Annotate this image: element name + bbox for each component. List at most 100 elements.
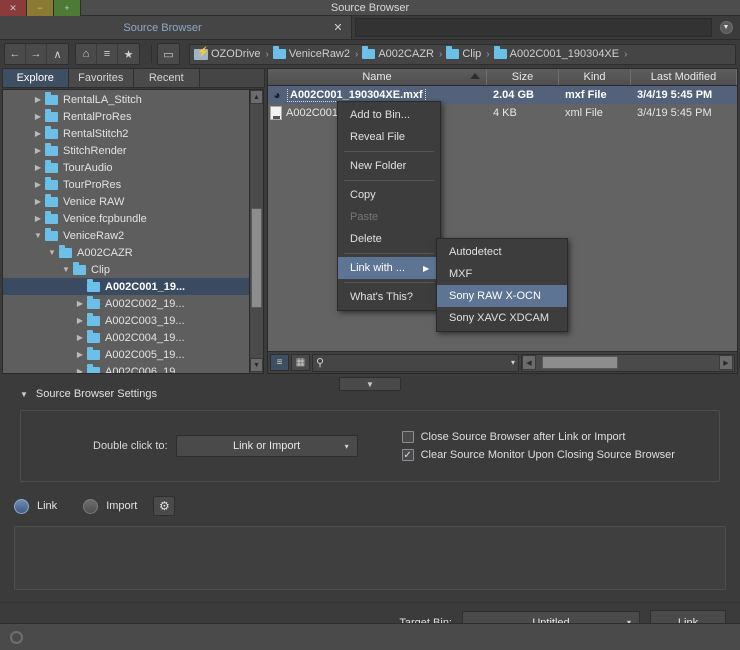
tree-item[interactable]: ▶ A002C003_19...: [3, 312, 249, 329]
breadcrumb-item-drive[interactable]: OZODrive ›: [194, 47, 271, 60]
radio-import[interactable]: [83, 498, 99, 514]
tree-item[interactable]: ▼ VeniceRaw2: [3, 227, 249, 244]
tree-item[interactable]: ▶ Venice.fcpbundle: [3, 210, 249, 227]
triangle-right-icon[interactable]: ▶: [31, 197, 45, 206]
triangle-down-icon[interactable]: ▼: [31, 231, 45, 240]
tree-item[interactable]: ▶ A002C002_19...: [3, 295, 249, 312]
radio-link[interactable]: [14, 498, 29, 514]
triangle-right-icon[interactable]: ▶: [31, 95, 45, 104]
double-click-label: Double click to:: [93, 440, 168, 452]
tree-item[interactable]: ▼ Clip: [3, 261, 249, 278]
tree-item[interactable]: ▶ RentalLA_Stitch: [3, 91, 249, 108]
triangle-right-icon[interactable]: ▶: [31, 129, 45, 138]
tab-recent[interactable]: Recent: [133, 68, 200, 88]
context-menu[interactable]: Add to Bin... Reveal File New Folder Copy Pa…: [337, 101, 441, 311]
tree-view-icon[interactable]: ≡: [97, 44, 118, 64]
column-header-name[interactable]: Name: [268, 69, 487, 85]
tree-item[interactable]: ▼ A002CAZR: [3, 244, 249, 261]
favorite-star-icon[interactable]: ★: [118, 44, 139, 64]
tree-item[interactable]: ▶ RentalStitch2: [3, 125, 249, 142]
scroll-down-icon[interactable]: ▼: [250, 358, 263, 372]
tree-item[interactable]: ▶ RentalProRes: [3, 108, 249, 125]
tree-item[interactable]: ▶ A002C004_19...: [3, 329, 249, 346]
menu-item[interactable]: Add to Bin...: [338, 104, 440, 126]
panel-menu-button[interactable]: ▼: [712, 16, 740, 39]
xml-file-icon: [270, 106, 282, 120]
submenu-item[interactable]: Sony XAVC XDCAM: [437, 307, 567, 329]
submenu-item[interactable]: MXF: [437, 263, 567, 285]
tree-item[interactable]: ▶ A002C005_19...: [3, 346, 249, 363]
tab-favorites[interactable]: Favorites: [67, 68, 134, 88]
column-header-kind[interactable]: Kind: [559, 69, 631, 85]
triangle-right-icon[interactable]: ▶: [73, 367, 87, 373]
triangle-down-icon[interactable]: ▼: [59, 265, 73, 274]
link-with-submenu[interactable]: Autodetect MXF Sony RAW X-OCN Sony XAVC XDC…: [436, 238, 568, 332]
checkbox-box[interactable]: [401, 431, 414, 443]
breadcrumb-item-4[interactable]: A002C001_190304XE ›: [493, 46, 630, 60]
file-list-horizontal-scrollbar[interactable]: ◀ ▶: [521, 353, 735, 372]
scroll-up-icon[interactable]: ▲: [250, 90, 263, 104]
tab-source-browser[interactable]: Source Browser ✕: [0, 16, 352, 39]
tree-item-label: TourAudio: [63, 161, 113, 174]
minimize-icon[interactable]: −: [27, 0, 54, 16]
search-input[interactable]: ⚲ ▾: [312, 353, 519, 372]
tree-item[interactable]: ▶ TourProRes: [3, 176, 249, 193]
column-header-size[interactable]: Size: [487, 69, 559, 85]
gear-icon[interactable]: ⚙: [153, 496, 176, 516]
maximize-icon[interactable]: +: [54, 0, 81, 16]
folder-icon: [45, 142, 58, 156]
tree-item[interactable]: A002C001_19...: [3, 278, 249, 295]
scroll-thumb[interactable]: [251, 208, 262, 308]
forward-icon[interactable]: →: [26, 44, 47, 64]
checkbox-close-source-browser[interactable]: Close Source Browser after Link or Impor…: [401, 431, 675, 443]
menu-item[interactable]: Delete: [338, 228, 440, 250]
panel-collapse-handle[interactable]: ▼: [339, 377, 401, 391]
tree-item[interactable]: ▶ Venice RAW: [3, 193, 249, 210]
chevron-down-icon[interactable]: ▾: [511, 358, 515, 367]
media-icon[interactable]: ▭: [158, 44, 179, 64]
tree-item[interactable]: ▶ TourAudio: [3, 159, 249, 176]
breadcrumb[interactable]: OZODrive › VeniceRaw2 › A002CAZR › Clip …: [189, 43, 736, 65]
triangle-right-icon[interactable]: ▶: [31, 214, 45, 223]
up-icon[interactable]: ∧: [47, 44, 68, 64]
column-header-last-modified[interactable]: Last Modified: [631, 69, 737, 85]
back-icon[interactable]: ←: [5, 44, 26, 64]
breadcrumb-item-1[interactable]: VeniceRaw2 ›: [272, 46, 361, 60]
triangle-right-icon[interactable]: ▶: [31, 163, 45, 172]
file-name-cell: ◕ A002C001_190304XE.mxf: [268, 88, 487, 102]
tree-item-label: A002C005_19...: [105, 348, 185, 361]
menu-item[interactable]: Reveal File: [338, 126, 440, 148]
double-click-dropdown[interactable]: Link or Import ▾: [175, 435, 358, 457]
menu-item[interactable]: New Folder: [338, 155, 440, 177]
grid-view-icon[interactable]: ▦: [291, 354, 310, 371]
checkbox-clear-source-monitor[interactable]: ✓ Clear Source Monitor Upon Closing Sour…: [401, 449, 675, 461]
tree-item[interactable]: ▶ StitchRender: [3, 142, 249, 159]
tab-explore[interactable]: Explore: [2, 68, 69, 88]
submenu-item[interactable]: Sony RAW X-OCN: [437, 285, 567, 307]
breadcrumb-item-2[interactable]: A002CAZR ›: [362, 46, 444, 60]
tab-close-icon[interactable]: ✕: [325, 21, 351, 34]
tree-vertical-scrollbar[interactable]: ▲ ▼: [249, 90, 263, 373]
triangle-down-icon[interactable]: ▼: [45, 248, 59, 257]
checkbox-box[interactable]: ✓: [401, 449, 414, 461]
menu-item[interactable]: Copy: [338, 184, 440, 206]
submenu-item[interactable]: Autodetect: [437, 241, 567, 263]
triangle-right-icon[interactable]: ▶: [73, 299, 87, 308]
triangle-right-icon[interactable]: ▶: [31, 180, 45, 189]
home-icon[interactable]: ⌂: [76, 44, 97, 64]
tree-item-label: A002C001_19...: [105, 280, 186, 293]
triangle-right-icon[interactable]: ▶: [73, 350, 87, 359]
list-view-icon[interactable]: ≡: [270, 354, 289, 371]
close-icon[interactable]: ✕: [0, 0, 27, 16]
triangle-right-icon[interactable]: ▶: [73, 316, 87, 325]
triangle-right-icon[interactable]: ▶: [31, 112, 45, 121]
breadcrumb-item-3[interactable]: Clip ›: [446, 46, 491, 60]
scroll-thumb[interactable]: [542, 356, 618, 369]
scroll-right-icon[interactable]: ▶: [719, 355, 733, 370]
triangle-right-icon[interactable]: ▶: [73, 333, 87, 342]
tree-item[interactable]: ▶ A002C006_19...: [3, 363, 249, 373]
scroll-left-icon[interactable]: ◀: [522, 355, 536, 370]
triangle-right-icon[interactable]: ▶: [31, 146, 45, 155]
menu-item[interactable]: Link with ... ▶: [338, 257, 440, 279]
menu-item[interactable]: What's This?: [338, 286, 440, 308]
